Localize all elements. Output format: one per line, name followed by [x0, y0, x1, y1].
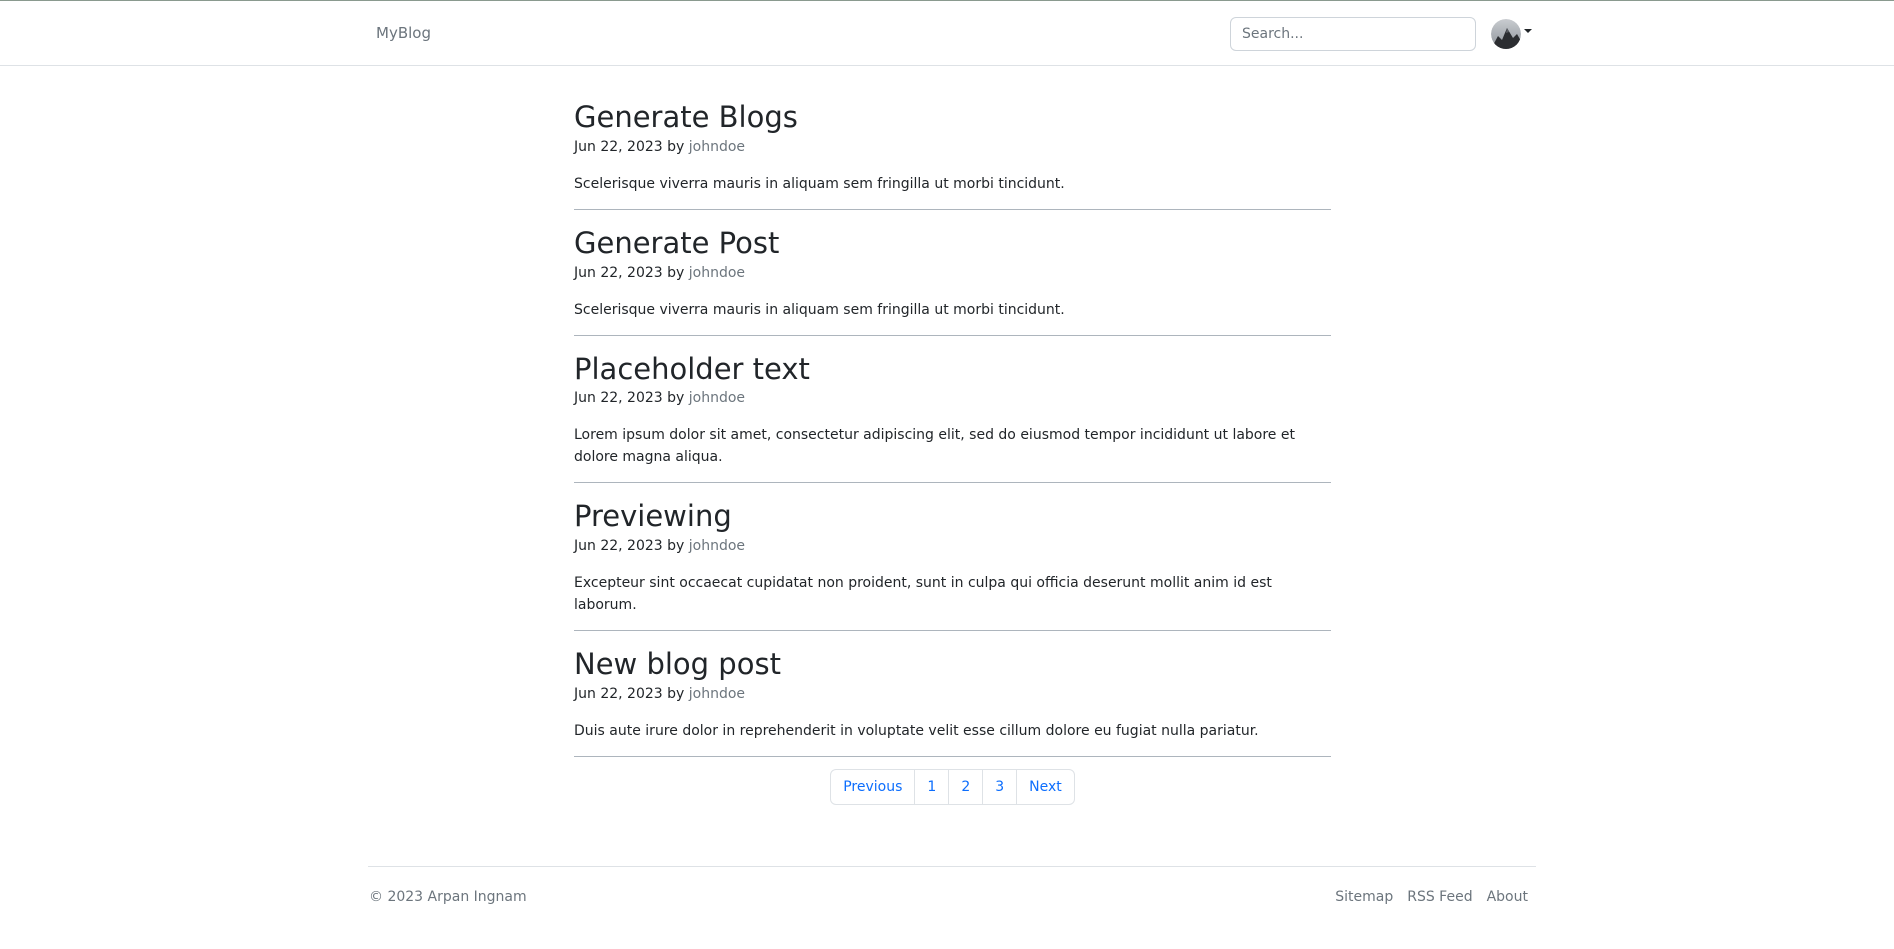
post-author-link[interactable]: johndoe — [689, 538, 745, 554]
post-author-link[interactable]: johndoe — [689, 265, 745, 281]
post-by: by — [667, 685, 685, 702]
post-date: Jun 22, 2023 — [574, 264, 663, 281]
post-by: by — [667, 138, 685, 155]
post-item: Previewing Jun 22, 2023 by johndoe Excep… — [574, 499, 1331, 632]
post-date: Jun 22, 2023 — [574, 538, 663, 555]
post-date: Jun 22, 2023 — [574, 685, 663, 702]
chevron-down-icon — [1524, 29, 1532, 33]
post-by: by — [667, 264, 685, 281]
pagination-page-3[interactable]: 3 — [982, 769, 1016, 804]
copyright-text: © 2023 Arpan Ingnam — [369, 889, 527, 905]
post-author-link[interactable]: johndoe — [689, 139, 745, 155]
post-meta: Jun 22, 2023 by johndoe — [574, 536, 1331, 556]
footer-link-rss[interactable]: RSS Feed — [1407, 889, 1472, 905]
post-meta: Jun 22, 2023 by johndoe — [574, 684, 1331, 704]
post-date: Jun 22, 2023 — [574, 138, 663, 155]
post-excerpt: Lorem ipsum dolor sit amet, consectetur … — [574, 427, 1295, 466]
post-title[interactable]: Generate Blogs — [574, 100, 1331, 135]
post-meta: Jun 22, 2023 by johndoe — [574, 388, 1331, 408]
post-title[interactable]: New blog post — [574, 647, 1331, 682]
pagination-next[interactable]: Next — [1016, 769, 1074, 804]
user-menu-toggle[interactable] — [1491, 19, 1532, 49]
post-excerpt: Scelerisque viverra mauris in aliquam se… — [574, 175, 1065, 192]
post-excerpt: Duis aute irure dolor in reprehenderit i… — [574, 722, 1259, 739]
pagination-page-2[interactable]: 2 — [948, 769, 982, 804]
post-author-link[interactable]: johndoe — [689, 686, 745, 702]
post-title[interactable]: Generate Post — [574, 226, 1331, 261]
post-author-link[interactable]: johndoe — [689, 390, 745, 406]
post-title[interactable]: Previewing — [574, 499, 1331, 534]
footer-links: Sitemap RSS Feed About — [1335, 889, 1528, 905]
page-footer: © 2023 Arpan Ingnam Sitemap RSS Feed Abo… — [368, 866, 1536, 927]
post-list: Generate Blogs Jun 22, 2023 by johndoe S… — [574, 100, 1331, 805]
footer-link-sitemap[interactable]: Sitemap — [1335, 889, 1393, 905]
post-date: Jun 22, 2023 — [574, 390, 663, 407]
post-item: Placeholder text Jun 22, 2023 by johndoe… — [574, 352, 1331, 484]
post-meta: Jun 22, 2023 by johndoe — [574, 137, 1331, 157]
post-by: by — [667, 538, 685, 555]
post-item: Generate Blogs Jun 22, 2023 by johndoe S… — [574, 100, 1331, 210]
post-item: Generate Post Jun 22, 2023 by johndoe Sc… — [574, 226, 1331, 336]
post-by: by — [667, 390, 685, 407]
footer-link-about[interactable]: About — [1487, 889, 1528, 905]
post-title[interactable]: Placeholder text — [574, 352, 1331, 387]
brand-link[interactable]: MyBlog — [376, 24, 431, 42]
post-excerpt: Excepteur sint occaecat cupidatat non pr… — [574, 575, 1272, 614]
post-meta: Jun 22, 2023 by johndoe — [574, 263, 1331, 283]
user-avatar-icon — [1491, 19, 1521, 49]
post-item: New blog post Jun 22, 2023 by johndoe Du… — [574, 647, 1331, 757]
search-input[interactable] — [1230, 17, 1476, 51]
pagination: Previous 1 2 3 Next — [574, 768, 1331, 805]
pagination-previous[interactable]: Previous — [831, 770, 914, 804]
post-excerpt: Scelerisque viverra mauris in aliquam se… — [574, 301, 1065, 318]
top-navbar: MyBlog — [0, 1, 1894, 66]
pagination-page-1[interactable]: 1 — [914, 769, 948, 804]
